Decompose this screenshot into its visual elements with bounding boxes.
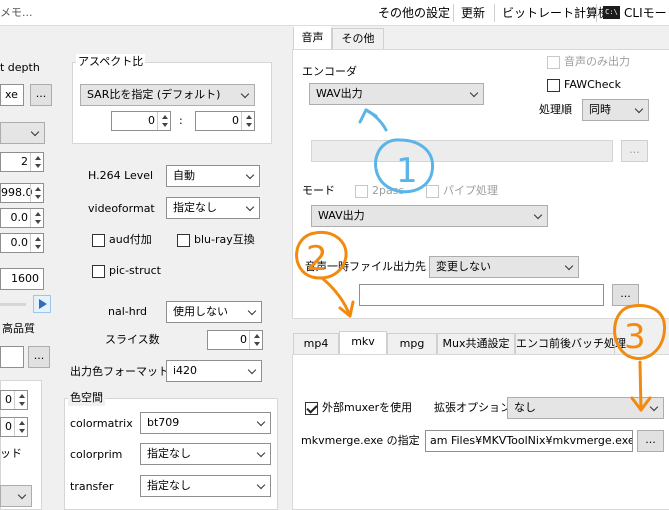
- output-color-format-dropdown[interactable]: i420: [166, 360, 262, 382]
- external-muxer-checkbox[interactable]: [305, 402, 318, 415]
- h264-level-label: H.264 Level: [88, 169, 154, 182]
- left-spin-2[interactable]: 998.0: [0, 183, 44, 203]
- toolbar-separator: [453, 4, 454, 22]
- slices-spin[interactable]: 0: [207, 330, 263, 350]
- bit-depth-label: t depth: [0, 61, 40, 74]
- tab-mux-common[interactable]: Mux共通設定: [437, 333, 515, 355]
- audio-temp-path-field[interactable]: [359, 284, 604, 306]
- top-toolbar: メモ... その他の設定 更新 ビットレート計算機 C:\ CLIモード: [0, 0, 669, 26]
- encoder-exe-field[interactable]: xe: [0, 84, 24, 106]
- left-browse-button[interactable]: ...: [28, 346, 50, 368]
- tab-mp4[interactable]: mp4: [293, 333, 339, 355]
- bitrate-calculator-button[interactable]: ビットレート計算機: [502, 4, 610, 22]
- annotation-number-3: 3: [624, 317, 646, 357]
- aspect-ratio-group-label: アスペクト比: [76, 54, 146, 70]
- left-path-field[interactable]: [0, 346, 24, 368]
- sar-height-spin[interactable]: 0: [195, 111, 255, 131]
- audio-only-checkbox[interactable]: [547, 56, 560, 69]
- twopass-checkbox[interactable]: [355, 185, 368, 198]
- audio-only-label: 音声のみ出力: [564, 55, 630, 68]
- picstruct-checkbox[interactable]: [92, 265, 105, 278]
- sar-mode-dropdown[interactable]: SAR比を指定 (デフォルト): [80, 84, 255, 106]
- aud-label: aud付加: [109, 233, 152, 246]
- colormatrix-label: colormatrix: [70, 417, 133, 430]
- toolbar-separator: [596, 4, 597, 22]
- audio-temp-output-dropdown[interactable]: 変更しない: [429, 256, 579, 278]
- tab-mpg[interactable]: mpg: [387, 333, 437, 355]
- mode-label: モード: [302, 184, 335, 197]
- update-button[interactable]: 更新: [461, 4, 485, 22]
- nalhrd-label: nal-hrd: [108, 305, 148, 318]
- twopass-label: 2pass: [372, 184, 405, 197]
- extension-option-label: 拡張オプション: [434, 401, 511, 414]
- transfer-label: transfer: [70, 480, 114, 493]
- left-spin-3[interactable]: 0.0: [0, 208, 44, 228]
- videoformat-label: videoformat: [88, 202, 155, 215]
- audio-temp-output-label: 音声一時ファイル出力先: [305, 260, 426, 273]
- aspect-colon: :: [179, 114, 183, 127]
- bitrate-field[interactable]: 1600: [0, 268, 44, 290]
- slices-label: スライス数: [105, 333, 160, 346]
- left-spin-4[interactable]: 0.0: [0, 233, 44, 253]
- audio-exe-browse-button[interactable]: ...: [621, 140, 648, 162]
- audio-encoder-dropdown[interactable]: WAV出力: [309, 83, 484, 105]
- pipe-processing-label: パイプ処理: [443, 184, 498, 197]
- videoformat-dropdown[interactable]: 指定なし: [166, 197, 260, 219]
- tab-other[interactable]: その他: [332, 28, 384, 50]
- aud-checkbox[interactable]: [92, 234, 105, 247]
- encoder-exe-browse-button[interactable]: ...: [30, 84, 52, 106]
- quality-slider-track[interactable]: [0, 303, 26, 306]
- audio-temp-browse-button[interactable]: ...: [612, 284, 639, 306]
- bluray-label: blu-ray互換: [194, 233, 255, 246]
- picstruct-label: pic-struct: [109, 264, 161, 277]
- pipe-processing-checkbox[interactable]: [426, 185, 439, 198]
- thread-label: ッド: [0, 447, 22, 460]
- extension-option-dropdown[interactable]: なし: [507, 397, 664, 419]
- other-settings-button[interactable]: その他の設定: [378, 4, 450, 22]
- cli-icon: C:\: [603, 6, 620, 19]
- high-quality-label: 高品質: [2, 322, 35, 335]
- fawcheck-checkbox[interactable]: [547, 79, 560, 92]
- external-muxer-label: 外部muxerを使用: [322, 401, 413, 414]
- colorprim-label: colorprim: [70, 448, 123, 461]
- transfer-dropdown[interactable]: 指定なし: [140, 475, 271, 497]
- sar-width-spin[interactable]: 0: [111, 111, 171, 131]
- left-small-spin-2[interactable]: 0: [0, 417, 28, 437]
- processing-order-dropdown[interactable]: 同時: [582, 99, 649, 121]
- h264-level-dropdown[interactable]: 自動: [166, 165, 260, 187]
- colormatrix-dropdown[interactable]: bt709: [140, 412, 271, 434]
- bluray-checkbox[interactable]: [177, 234, 190, 247]
- tab-audio[interactable]: 音声: [293, 26, 332, 50]
- cli-mode-button[interactable]: CLIモード: [624, 4, 669, 22]
- toolbar-separator: [494, 4, 495, 22]
- colorspace-group-label: 色空間: [68, 390, 105, 406]
- processing-order-label: 処理順: [539, 103, 572, 116]
- left-small-spin-1[interactable]: 0: [0, 390, 28, 410]
- audio-mode-dropdown[interactable]: WAV出力: [311, 205, 548, 227]
- nalhrd-dropdown[interactable]: 使用しない: [166, 301, 262, 323]
- audio-exe-path-field[interactable]: [311, 140, 613, 162]
- encoder-label: エンコーダ: [302, 65, 357, 78]
- fawcheck-label: FAWCheck: [564, 78, 621, 91]
- slider-step-button[interactable]: [33, 295, 51, 313]
- window-title-fragment: メモ...: [0, 6, 33, 19]
- left-bottom-dropdown[interactable]: [0, 485, 32, 507]
- left-dropdown[interactable]: [0, 122, 45, 144]
- mkvmerge-path-field[interactable]: am Files¥MKVToolNix¥mkvmerge.exe: [425, 430, 633, 452]
- left-spin-1[interactable]: 2: [0, 152, 44, 172]
- tab-batch-processing[interactable]: エンコ前後バッチ処理: [515, 333, 626, 355]
- mkvmerge-path-label: mkvmerge.exe の指定: [301, 434, 420, 447]
- output-color-format-label: 出力色フォーマット: [70, 365, 169, 378]
- mkvmerge-browse-button[interactable]: ...: [637, 430, 664, 452]
- colorprim-dropdown[interactable]: 指定なし: [140, 443, 271, 465]
- tab-mkv[interactable]: mkv: [339, 331, 387, 355]
